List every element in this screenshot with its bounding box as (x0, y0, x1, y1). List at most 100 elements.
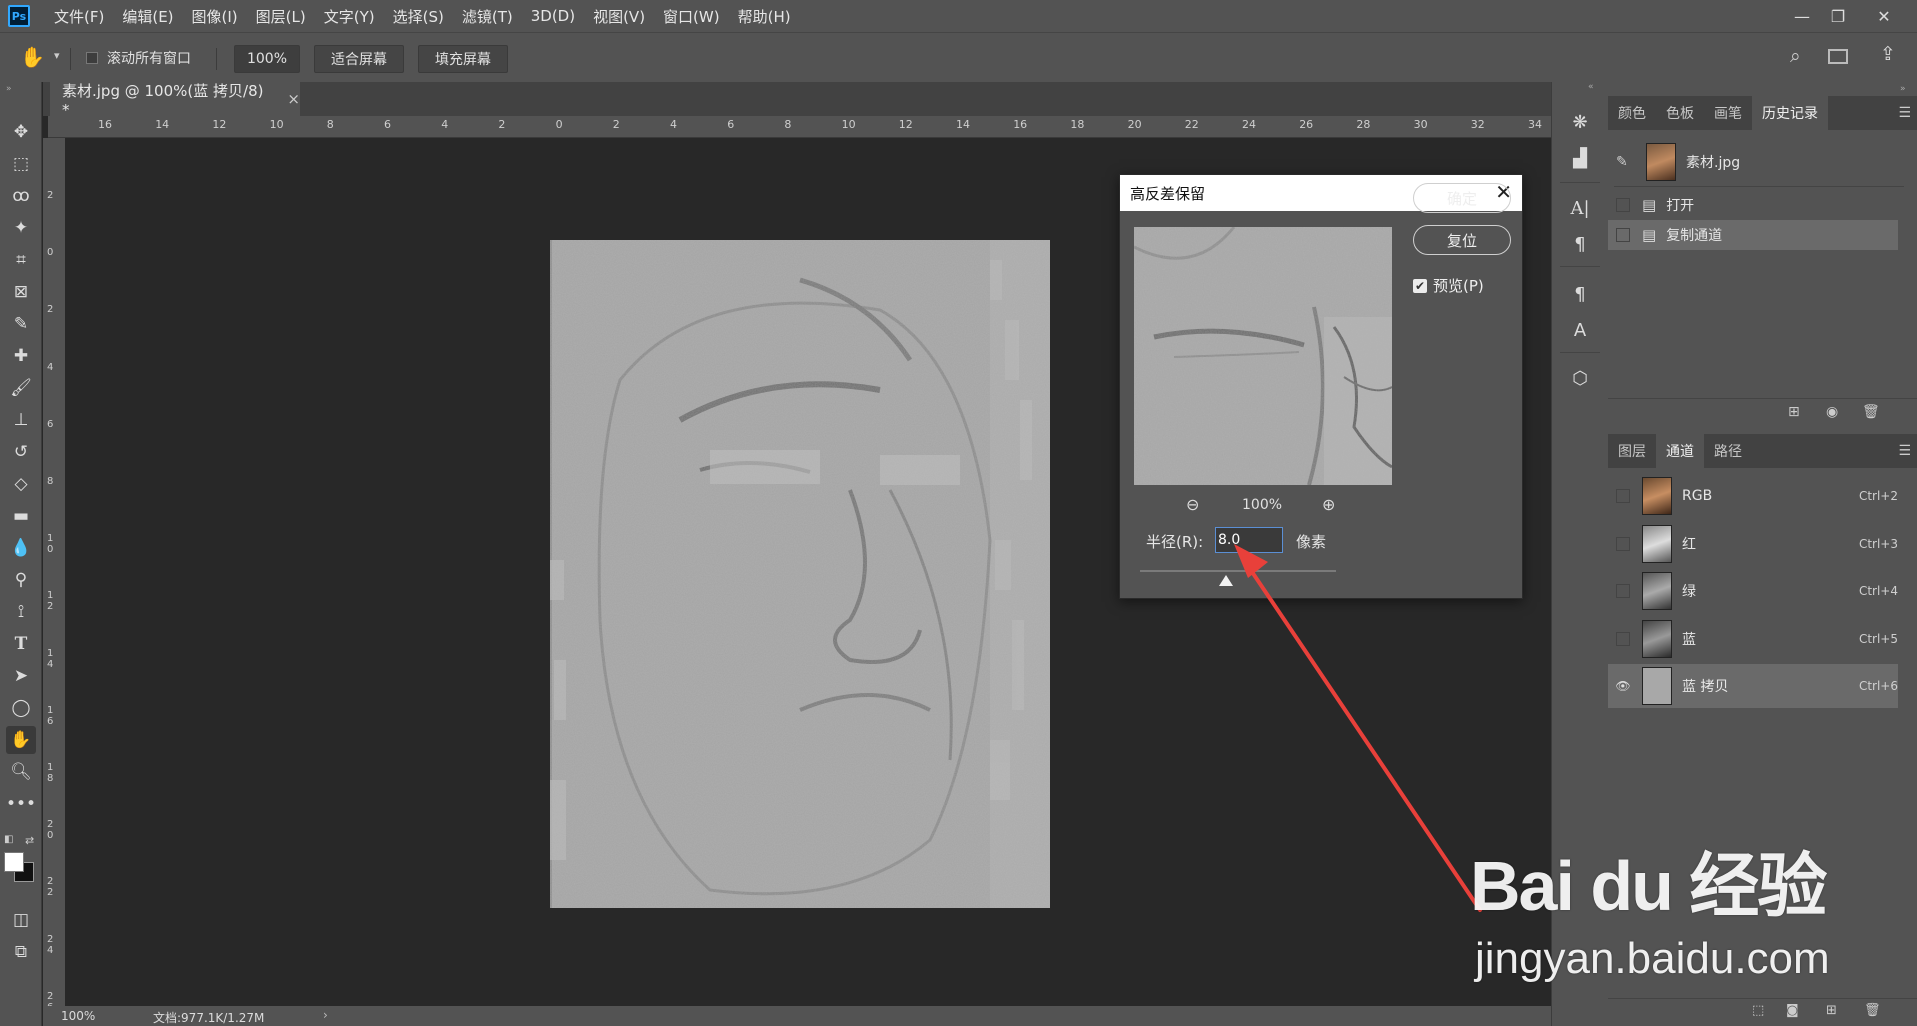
menu-3d[interactable]: 3D(D) (531, 7, 575, 25)
menu-help[interactable]: 帮助(H) (738, 6, 791, 27)
history-source-box[interactable] (1616, 228, 1630, 242)
zoom-out-icon[interactable]: ⊖ (1186, 495, 1199, 514)
collapse-arrows-icon[interactable]: » (1900, 84, 1906, 94)
quick-mask-icon[interactable]: ◫ (6, 906, 36, 934)
load-selection-icon[interactable]: ⬚ (1752, 1003, 1764, 1018)
workspace-icon[interactable] (1828, 49, 1848, 64)
menu-edit[interactable]: 编辑(E) (122, 6, 173, 27)
status-arrow-icon[interactable]: › (323, 1008, 328, 1022)
tab-channels[interactable]: 通道 (1656, 434, 1704, 468)
trash-icon[interactable]: 🗑︎ (1864, 1003, 1881, 1018)
eraser-icon[interactable]: ◇ (6, 470, 36, 498)
paragraph-styles-icon[interactable]: ¶ (1566, 280, 1594, 308)
foreground-color-swatch[interactable] (4, 852, 24, 872)
ellipse-tool-icon[interactable]: ◯ (6, 694, 36, 722)
collapse-arrows-icon[interactable]: » (6, 84, 12, 94)
panel-menu-icon[interactable]: ☰ (1898, 96, 1911, 130)
lasso-tool-icon[interactable]: ꝏ (6, 182, 36, 210)
menu-select[interactable]: 选择(S) (393, 6, 444, 27)
stamp-tool-icon[interactable]: ⊥ (6, 406, 36, 434)
brush-tool-icon[interactable]: 🖌 (6, 374, 36, 402)
menu-type[interactable]: 文字(Y) (324, 6, 375, 27)
save-selection-icon[interactable]: ◙ (1786, 1003, 1799, 1018)
marquee-tool-icon[interactable]: ⬚ (6, 150, 36, 178)
new-channel-icon[interactable]: ⊞ (1826, 1003, 1837, 1018)
tab-brushes[interactable]: 画笔 (1704, 96, 1752, 130)
tab-color[interactable]: 颜色 (1608, 96, 1656, 130)
default-colors-icon[interactable]: ◧ (4, 834, 13, 845)
gradient-tool-icon[interactable]: ▬ (6, 502, 36, 530)
menu-image[interactable]: 图像(I) (192, 6, 238, 27)
tab-swatches[interactable]: 色板 (1656, 96, 1704, 130)
blur-tool-icon[interactable]: 💧 (6, 534, 36, 562)
hand-tool-icon[interactable]: ✋ (6, 726, 36, 754)
channel-row[interactable]: 蓝 Ctrl+5 (1608, 617, 1898, 661)
document-tab[interactable]: 素材.jpg @ 100%(蓝 拷贝/8) * × (50, 82, 300, 119)
ok-button[interactable]: 确定 (1413, 183, 1511, 213)
history-snapshot[interactable]: ✎ 素材.jpg (1608, 140, 1898, 184)
move-tool-icon[interactable]: ✥ (6, 118, 36, 146)
restore-icon[interactable]: ❐ (1818, 0, 1858, 32)
path-select-icon[interactable]: ➤ (6, 662, 36, 690)
new-document-from-state-icon[interactable]: ⊞ (1788, 404, 1800, 420)
channel-row[interactable]: RGB Ctrl+2 (1608, 474, 1898, 518)
more-tools-icon[interactable]: ••• (6, 790, 36, 818)
swap-colors-icon[interactable]: ⇄ (25, 834, 34, 847)
hand-tool-icon[interactable]: ✋ (20, 45, 45, 69)
fill-screen-button[interactable]: 填充屏幕 (418, 45, 508, 73)
eyedropper-icon[interactable]: ✎ (6, 310, 36, 338)
channel-visibility-box[interactable] (1616, 489, 1630, 503)
minimize-icon[interactable]: — (1782, 0, 1822, 32)
menu-window[interactable]: 窗口(W) (663, 6, 720, 27)
channel-row-selected[interactable]: 👁︎ 蓝 拷贝 Ctrl+6 (1608, 664, 1898, 708)
close-window-icon[interactable]: ✕ (1864, 0, 1904, 32)
zoom-field[interactable]: 100% (234, 45, 300, 73)
histogram-icon[interactable]: ▟ (1566, 144, 1594, 172)
type-tool-icon[interactable]: T (6, 630, 36, 658)
preview-checkbox[interactable]: ✔ (1413, 278, 1427, 293)
character-icon[interactable]: A| (1566, 194, 1594, 222)
channel-visibility-box[interactable] (1616, 632, 1630, 646)
menu-filter[interactable]: 滤镜(T) (462, 6, 513, 27)
tab-paths[interactable]: 路径 (1704, 434, 1752, 468)
crop-tool-icon[interactable]: ⌗ (6, 246, 36, 274)
dodge-tool-icon[interactable]: ⚲ (6, 566, 36, 594)
panel-menu-icon[interactable]: ☰ (1898, 434, 1911, 468)
3d-cube-icon[interactable]: ⬡ (1566, 364, 1594, 392)
scroll-all-checkbox[interactable] (86, 52, 98, 64)
magic-wand-icon[interactable]: ✦ (6, 214, 36, 242)
trash-icon[interactable]: 🗑︎ (1862, 404, 1880, 420)
tab-layers[interactable]: 图层 (1608, 434, 1656, 468)
screen-mode-icon[interactable]: ⧉ (6, 938, 36, 966)
navigator-icon[interactable]: ❋ (1566, 108, 1594, 136)
menu-view[interactable]: 视图(V) (593, 6, 645, 27)
pen-tool-icon[interactable]: ⟟ (6, 598, 36, 626)
history-brush-icon[interactable]: ↺ (6, 438, 36, 466)
search-icon[interactable]: ⌕ (1790, 45, 1801, 67)
zoom-tool-icon[interactable]: 🔍︎ (6, 758, 36, 786)
healing-brush-icon[interactable]: ✚ (6, 342, 36, 370)
status-zoom[interactable]: 100% (61, 1009, 95, 1023)
reset-button[interactable]: 复位 (1413, 225, 1511, 255)
menu-file[interactable]: 文件(F) (54, 6, 104, 27)
eye-icon[interactable]: 👁︎ (1615, 679, 1630, 693)
channel-row[interactable]: 绿 Ctrl+4 (1608, 569, 1898, 613)
channel-visibility-box[interactable] (1616, 537, 1630, 551)
fit-screen-button[interactable]: 适合屏幕 (314, 45, 404, 73)
history-brush-source-icon[interactable]: ✎ (1616, 154, 1638, 170)
tab-history[interactable]: 历史记录 (1752, 96, 1828, 130)
history-item[interactable]: ▤ 打开 (1608, 190, 1898, 220)
history-source-box[interactable] (1616, 198, 1630, 212)
character-styles-icon[interactable]: A (1566, 316, 1594, 344)
share-icon[interactable]: ⇪ (1880, 43, 1896, 65)
camera-icon[interactable]: ◉ (1826, 404, 1838, 420)
collapse-arrows-icon[interactable]: « (1588, 82, 1594, 92)
zoom-in-icon[interactable]: ⊕ (1322, 495, 1335, 514)
paragraph-icon[interactable]: ¶ (1566, 230, 1594, 258)
filter-preview[interactable] (1134, 227, 1392, 485)
preview-option[interactable]: ✔ 预览(P) (1413, 275, 1484, 296)
close-tab-icon[interactable]: × (287, 90, 300, 108)
frame-tool-icon[interactable]: ⊠ (6, 278, 36, 306)
channel-row[interactable]: 红 Ctrl+3 (1608, 522, 1898, 566)
document-image[interactable] (550, 240, 1050, 908)
